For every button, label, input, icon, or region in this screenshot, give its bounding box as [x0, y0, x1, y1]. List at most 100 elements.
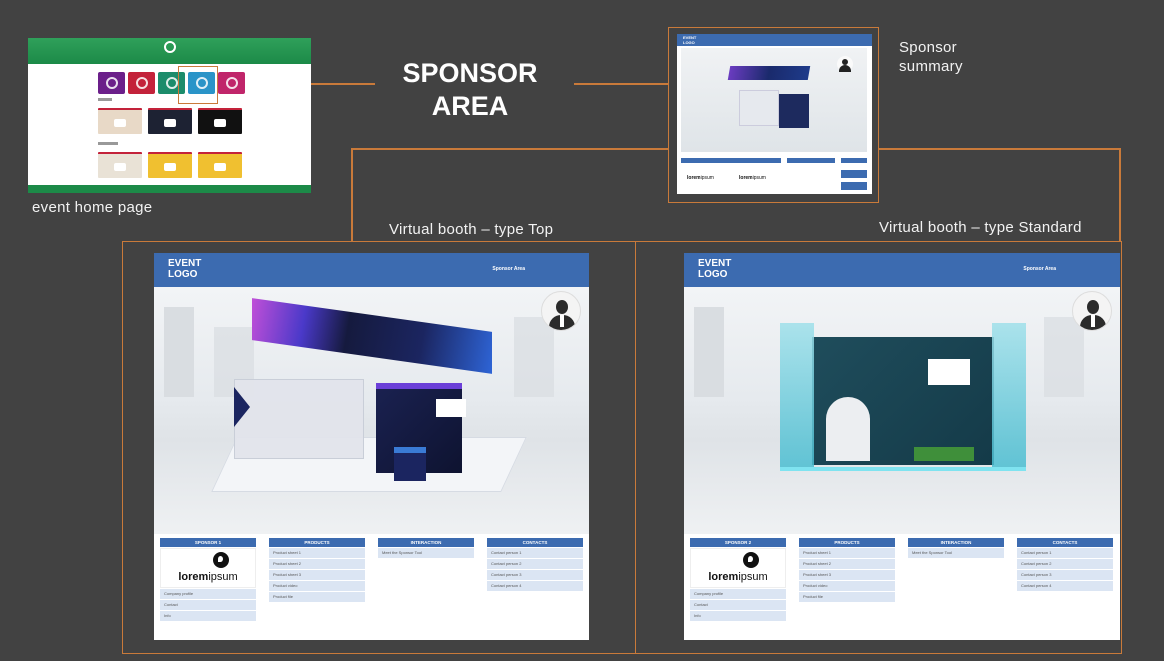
brand-wordmark: loremipsum — [708, 571, 768, 583]
booth-panels: SPONSOR 2 loremipsum Company profile Cont… — [690, 538, 1114, 638]
panel-list-item[interactable]: Company profile — [690, 589, 786, 599]
panel-list-item[interactable]: Product file — [799, 592, 895, 602]
booth-scene — [154, 287, 589, 534]
summary-brand-1: loremipsum — [687, 175, 714, 181]
home-video-thumb-4[interactable] — [98, 152, 142, 178]
contacts-header: CONTACTS — [1017, 538, 1113, 547]
contacts-list: Contact person 1 Contact person 2 Contact … — [1017, 548, 1113, 591]
sponsor-area-label: Sponsor Area — [1023, 266, 1056, 272]
summary-bar-1 — [681, 158, 781, 163]
booth-left-pillar — [780, 323, 814, 471]
home-video-thumb-1[interactable] — [98, 108, 142, 134]
panel-list-item[interactable]: Product sheet 1 — [799, 548, 895, 558]
panel-list-item[interactable]: Contact person 4 — [487, 581, 583, 591]
interaction-list: Meet the Sponsor Tool — [908, 548, 1004, 558]
event-logo: EVENT LOGO — [168, 258, 228, 280]
booth-screen — [928, 359, 970, 385]
panel-list-item[interactable]: Contact — [160, 600, 256, 610]
panel-list-item[interactable]: Contact person 2 — [1017, 559, 1113, 569]
brand-wordmark: loremipsum — [178, 571, 238, 583]
products-column: PRODUCTS Product sheet 1 Product sheet 2P… — [799, 538, 895, 602]
booth-roof — [252, 298, 492, 374]
summary-booth-roof — [727, 66, 811, 80]
panel-list-item[interactable]: Product sheet 3 — [799, 570, 895, 580]
event-logo-line2: LOGO — [698, 269, 728, 280]
home-sponsor-tile[interactable] — [128, 72, 155, 94]
highlight-box — [178, 66, 218, 104]
event-home-page-thumbnail[interactable] — [28, 38, 311, 193]
products-list: Product sheet 1 Product sheet 2 Product sh… — [269, 548, 365, 602]
background-building — [694, 307, 724, 397]
sponsor-area-label: Sponsor Area — [492, 266, 525, 272]
booth-grass — [914, 447, 974, 461]
booth-kiosk — [826, 397, 870, 461]
background-building — [514, 317, 554, 397]
summary-header: EVENT LOGO — [677, 34, 872, 46]
panel-list-item[interactable]: Contact — [690, 600, 786, 610]
summary-btn-1[interactable] — [841, 170, 867, 178]
booth-header: EVENT LOGO Sponsor Area — [154, 253, 589, 287]
panel-list-item[interactable]: Contact person 3 — [487, 570, 583, 580]
panel-list-item[interactable]: Product sheet 1 — [269, 548, 365, 558]
sponsor-column: SPONSOR 1 loremipsum Company profile Cont… — [160, 538, 256, 621]
sponsor-logo[interactable]: loremipsum — [160, 548, 256, 588]
summary-booth-body — [739, 90, 779, 126]
home-sponsor-tile[interactable] — [218, 72, 245, 94]
panel-list-item[interactable]: Product video — [799, 581, 895, 591]
panel-list-item[interactable]: Product sheet 2 — [799, 559, 895, 569]
summary-btn-2[interactable] — [841, 182, 867, 190]
frame-line-left-vertical — [351, 148, 353, 242]
home-video-thumb-5[interactable] — [148, 152, 192, 178]
panel-list-item[interactable]: Product file — [269, 592, 365, 602]
panel-list-item[interactable]: Contact person 1 — [1017, 548, 1113, 558]
panel-list-item[interactable]: Contact person 1 — [487, 548, 583, 558]
panel-list-item[interactable]: Company profile — [160, 589, 256, 599]
page-title: SPONSOR AREA — [382, 57, 558, 123]
interaction-header: INTERACTION — [908, 538, 1004, 547]
home-section-label-2 — [98, 142, 118, 145]
brand-mark-icon — [743, 552, 759, 568]
contacts-column: CONTACTS Contact person 1 Contact person … — [1017, 538, 1113, 591]
home-caption: event home page — [32, 199, 153, 216]
summary-caption: Sponsor summary — [899, 38, 963, 76]
panel-list-item[interactable]: Info — [160, 611, 256, 621]
panel-list-item[interactable]: Meet the Sponsor Tool — [378, 548, 474, 558]
summary-avatar[interactable] — [837, 56, 853, 72]
frame-line-right-vertical — [1119, 148, 1121, 242]
home-video-thumb-2[interactable] — [148, 108, 192, 134]
home-sponsor-tile[interactable] — [98, 72, 125, 94]
panel-list-item[interactable]: Info — [690, 611, 786, 621]
panel-list-item[interactable]: Contact person 3 — [1017, 570, 1113, 580]
home-video-thumb-6[interactable] — [198, 152, 242, 178]
panel-list-item[interactable]: Contact person 4 — [1017, 581, 1113, 591]
products-header: PRODUCTS — [269, 538, 365, 547]
sponsor-summary-thumbnail[interactable]: EVENT LOGO loremipsum loremipsum — [677, 34, 872, 194]
virtual-booth-standard: EVENT LOGO Sponsor Area SPONSOR 2 loremi… — [684, 253, 1120, 640]
title-line-1: SPONSOR — [402, 58, 538, 88]
avatar-head — [1087, 300, 1099, 314]
summary-caption-line2: summary — [899, 58, 963, 75]
sponsor-logo[interactable]: loremipsum — [690, 548, 786, 588]
panel-list-item[interactable]: Meet the Sponsor Tool — [908, 548, 1004, 558]
panel-list-item[interactable]: Contact person 2 — [487, 559, 583, 569]
panel-list-item[interactable]: Product sheet 2 — [269, 559, 365, 569]
booth-screen — [436, 399, 466, 417]
event-logo-line1: EVENT — [698, 258, 732, 269]
panel-list-item[interactable]: Product video — [269, 581, 365, 591]
avatar-tie — [1091, 315, 1095, 327]
home-logo-icon — [164, 41, 176, 53]
panel-list-item[interactable]: Product sheet 3 — [269, 570, 365, 580]
products-header: PRODUCTS — [799, 538, 895, 547]
summary-event-logo-line2: LOGO — [683, 40, 695, 45]
frame-line-right-top — [879, 148, 1121, 150]
home-video-thumb-3[interactable] — [198, 108, 242, 134]
connector-line-right — [574, 83, 668, 85]
interaction-column: INTERACTION Meet the Sponsor Tool — [378, 538, 474, 558]
background-building — [164, 307, 194, 397]
booth-scene — [684, 287, 1120, 534]
booth-top-caption: Virtual booth – type Top — [389, 221, 554, 238]
sponsor-header: SPONSOR 1 — [160, 538, 256, 547]
contacts-list: Contact person 1 Contact person 2 Contact … — [487, 548, 583, 591]
sponsor-avatar[interactable] — [1072, 291, 1112, 331]
sponsor-avatar[interactable] — [541, 291, 581, 331]
